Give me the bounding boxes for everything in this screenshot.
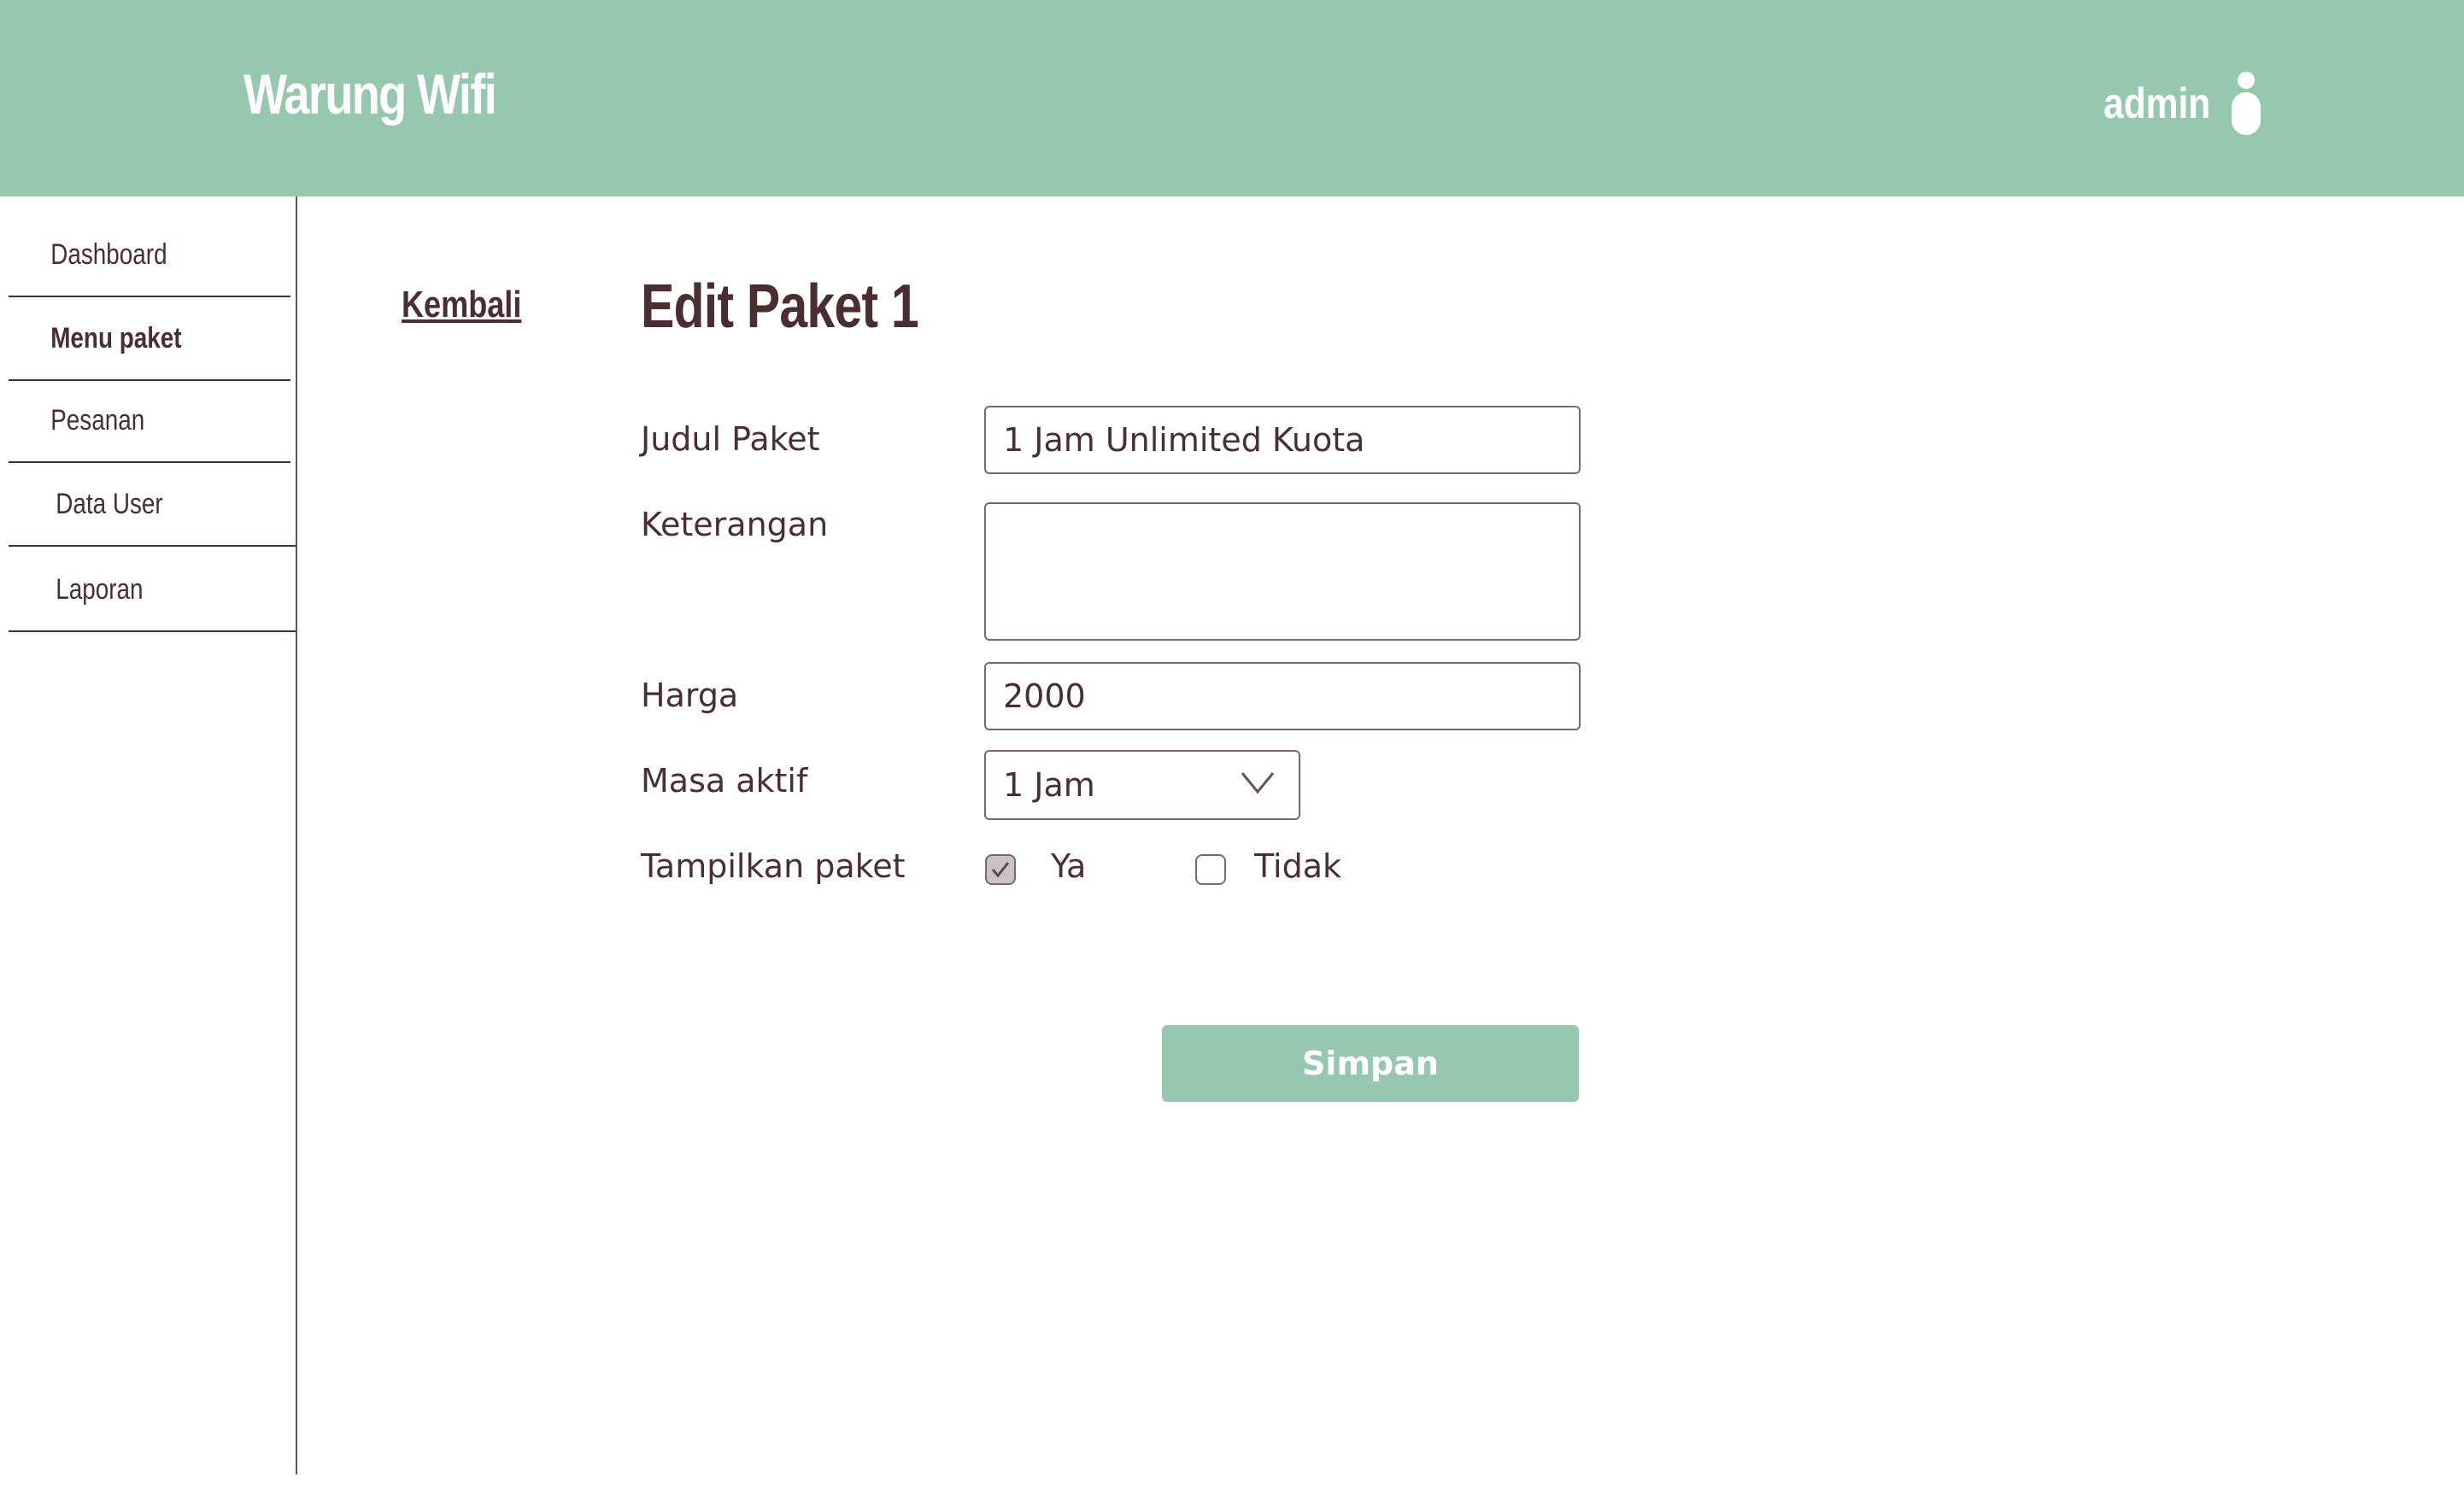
user-menu[interactable]: admin: [2085, 72, 2263, 135]
harga-label: Harga: [641, 677, 739, 714]
back-link[interactable]: Kembali: [402, 284, 521, 326]
page-title: Edit Paket 1: [641, 272, 919, 341]
sidebar-item-menu-paket[interactable]: Menu paket: [9, 297, 290, 381]
judul-paket-input[interactable]: [984, 406, 1581, 474]
masa-aktif-value: 1 Jam: [1003, 766, 1095, 804]
checkbox-tidak[interactable]: [1195, 854, 1226, 885]
masa-aktif-select[interactable]: 1 Jam: [984, 750, 1300, 820]
option-tidak-label: Tidak: [1254, 847, 1342, 885]
option-ya-label: Ya: [1051, 847, 1087, 885]
checkbox-ya[interactable]: [985, 854, 1016, 885]
sidebar-item-pesanan[interactable]: Pesanan: [9, 379, 290, 463]
sidebar-item-dashboard[interactable]: Dashboard: [9, 214, 290, 297]
keterangan-label: Keterangan: [641, 506, 829, 543]
harga-input[interactable]: [984, 662, 1581, 730]
header-bar: Warung Wifi admin: [0, 0, 2464, 196]
sidebar-item-label: Laporan: [56, 572, 144, 606]
save-button[interactable]: Simpan: [1162, 1025, 1579, 1102]
judul-paket-label: Judul Paket: [641, 420, 820, 458]
checkmark-icon: [991, 862, 1010, 878]
sidebar-item-label: Dashboard: [50, 237, 167, 271]
user-icon[interactable]: [2229, 72, 2263, 135]
sidebar-item-label: Data User: [56, 487, 163, 520]
app-brand: Warung Wifi: [243, 62, 497, 126]
keterangan-textarea[interactable]: [984, 502, 1581, 641]
sidebar: Dashboard Menu paket Pesanan Data User L…: [0, 196, 297, 1474]
masa-aktif-label: Masa aktif: [641, 762, 808, 800]
chevron-down-icon: [1241, 772, 1275, 794]
sidebar-item-label: Menu paket: [50, 321, 182, 354]
sidebar-item-label: Pesanan: [50, 403, 145, 437]
tampilkan-paket-label: Tampilkan paket: [641, 847, 906, 885]
sidebar-item-data-user[interactable]: Data User: [9, 463, 296, 547]
user-name[interactable]: admin: [2103, 79, 2210, 128]
sidebar-item-laporan[interactable]: Laporan: [9, 548, 296, 632]
